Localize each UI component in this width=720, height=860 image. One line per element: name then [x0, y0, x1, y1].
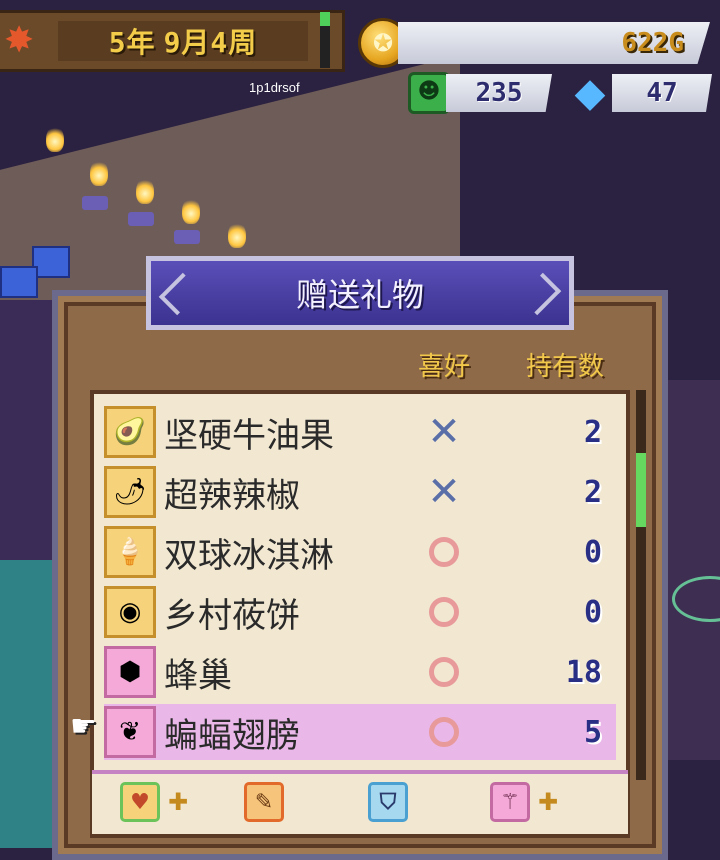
demon-mask-icon: ☻	[408, 72, 450, 114]
gold-amount: 622G	[621, 28, 684, 58]
gift-item-name: 乡村莜饼	[164, 595, 300, 636]
gift-item-row[interactable]: 🥑 坚硬牛油果 ✕ 2	[104, 404, 616, 460]
list-scrollbar[interactable]	[636, 390, 646, 780]
gift-item-name: 蜂巢	[164, 655, 232, 696]
gift-item-row[interactable]: ⬢ 蜂巢 18	[104, 644, 616, 700]
candle-flame	[90, 160, 108, 186]
gift-item-count: 18	[565, 654, 602, 690]
like-circle-glyph	[429, 657, 459, 687]
gift-item-count: 0	[583, 534, 602, 570]
dialog-title: 赠送礼物	[295, 276, 424, 314]
gift-item-row[interactable]: ❦ 蝙蝠翅膀 5	[104, 704, 616, 760]
year-text: 5年	[108, 26, 156, 59]
crystal-amount: 47	[646, 78, 678, 108]
candle-stand	[82, 196, 108, 210]
mana-counter: 235	[446, 74, 552, 112]
gift-item-name: 超辣辣椒	[164, 475, 300, 516]
like-circle-icon	[422, 590, 466, 634]
like-circle-icon	[422, 650, 466, 694]
gift-item-row[interactable]: 🍦 双球冰淇淋 0	[104, 524, 616, 580]
time-gauge	[320, 12, 330, 68]
filter-scroll-icon[interactable]: ✎	[244, 782, 284, 822]
gift-item-name: 坚硬牛油果	[164, 415, 334, 456]
gift-item-name: 双球冰淇淋	[164, 535, 334, 576]
dislike-x-icon: ✕	[422, 409, 466, 455]
candle-stand	[174, 230, 200, 244]
mana-amount: 235	[475, 78, 523, 108]
gift-item-count: 0	[583, 594, 602, 630]
dislike-x-glyph: ✕	[427, 409, 461, 455]
candle-flame	[136, 178, 154, 204]
candle-stand	[128, 212, 154, 226]
pancake-icon: ◉	[104, 586, 156, 638]
gift-item-count: 2	[583, 474, 602, 510]
like-circle-glyph	[429, 597, 459, 627]
plus-icon: ✚	[538, 788, 559, 816]
blue-crate	[0, 266, 38, 298]
like-circle-glyph	[429, 717, 459, 747]
avocado-icon: 🥑	[104, 406, 156, 458]
dislike-x-glyph: ✕	[427, 469, 461, 515]
date-panel: ✸ 5年 9月4周	[0, 10, 345, 72]
plus-icon: ✚	[168, 788, 189, 816]
ice-cream-icon: 🍦	[104, 526, 156, 578]
crystal-icon: ◆	[574, 70, 606, 116]
filter-shield-icon[interactable]: ⛉	[368, 782, 408, 822]
preference-column-header: 喜好	[418, 352, 471, 382]
crystal-counter: 47	[612, 74, 712, 112]
dialog-title-banner: 赠送礼物	[146, 256, 574, 330]
like-circle-icon	[422, 710, 466, 754]
time-gauge-fill	[320, 12, 330, 26]
candle-flame	[228, 222, 246, 248]
like-circle-glyph	[429, 537, 459, 567]
filter-wand-icon[interactable]: ⚚	[490, 782, 530, 822]
scrollbar-thumb[interactable]	[636, 453, 646, 528]
like-circle-icon	[422, 530, 466, 574]
hand-pointer-icon: ☛	[70, 709, 97, 744]
username-label: 1p1drsof	[249, 80, 300, 95]
candle-flame	[182, 198, 200, 224]
honeycomb-icon: ⬢	[104, 646, 156, 698]
filter-heart-icon[interactable]: ♥	[120, 782, 160, 822]
gift-item-row[interactable]: ◉ 乡村莜饼 0	[104, 584, 616, 640]
autumn-leaf-icon: ✸	[4, 20, 35, 61]
gold-counter: 622G	[398, 22, 710, 64]
gift-item-count: 5	[583, 714, 602, 750]
date-display: 5年 9月4周	[58, 21, 308, 61]
gift-item-row[interactable]: 🌶 超辣辣椒 ✕ 2	[104, 464, 616, 520]
candelabra-flame	[46, 126, 64, 152]
chili-icon: 🌶	[104, 466, 156, 518]
dislike-x-icon: ✕	[422, 469, 466, 515]
gift-item-name: 蝙蝠翅膀	[164, 715, 300, 756]
month-week-text: 9月4周	[163, 26, 258, 59]
gift-item-count: 2	[583, 414, 602, 450]
count-column-header: 持有数	[526, 352, 605, 382]
